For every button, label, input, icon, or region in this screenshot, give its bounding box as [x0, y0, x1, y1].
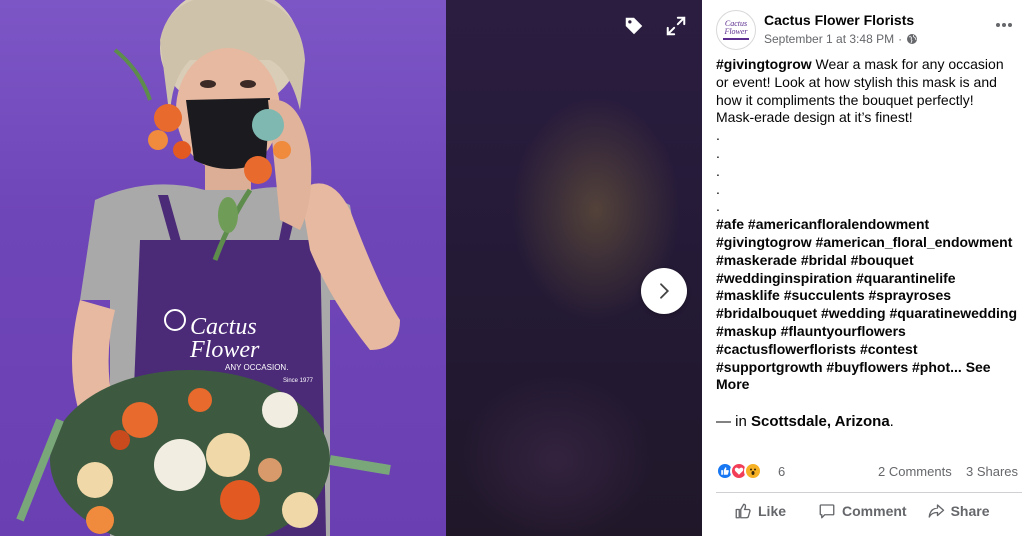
apron-brand-line2: Flower [189, 337, 260, 363]
location-prefix: — in [716, 413, 752, 430]
caption-hashtags[interactable]: #cactusflowerflorists #contest [716, 341, 1022, 359]
shares-count-link[interactable]: 3 Shares [966, 464, 1018, 479]
see-more-link[interactable]: More [716, 376, 1022, 394]
post-actions: Like Comment Share [716, 498, 1022, 524]
wow-reaction-icon [744, 462, 762, 480]
caption-hashtags[interactable]: #maskerade #bridal #bouquet [716, 252, 1022, 270]
caption-hashtag-link[interactable]: #givingtogrow [716, 56, 812, 72]
reactions-bar: 6 2 Comments 3 Shares [716, 462, 1022, 482]
share-button[interactable]: Share [927, 498, 990, 524]
page-avatar[interactable]: Cactus Flower [716, 10, 756, 50]
globe-icon [907, 34, 918, 44]
caption-dot: . [716, 198, 720, 215]
thumbs-up-icon [735, 503, 751, 519]
photo-viewer: Cactus Flower ANY OCCASION. Since 1977 [0, 0, 702, 536]
caption-dot: . [716, 180, 720, 197]
caption-hashtags[interactable]: #givingtogrow #american_floral_endowment [716, 234, 1022, 252]
location-link[interactable]: Scottsdale, Arizona [751, 413, 890, 430]
reaction-icons[interactable] [716, 462, 762, 480]
tag-icon [625, 17, 643, 35]
next-photo-button[interactable] [641, 268, 687, 314]
post-caption: #givingtogrow Wear a mask for any occasi… [716, 56, 1022, 394]
comments-count-link[interactable]: 2 Comments [878, 464, 952, 479]
caption-text: Wear a mask for any occasion [811, 56, 1004, 72]
tag-photo-button[interactable] [616, 8, 652, 44]
caption-hashtags[interactable]: #masklife #succulents #sprayroses [716, 287, 1022, 305]
location-suffix: . [889, 413, 894, 430]
share-icon [928, 504, 944, 518]
caption-line: #supportgrowth #buyflowers #phot... See [716, 359, 1022, 377]
more-options-button[interactable] [992, 16, 1016, 36]
post-location: — in Scottsdale, Arizona. [716, 413, 894, 430]
post-side-panel: Cactus Flower Cactus Flower Florists Sep… [702, 0, 1024, 536]
see-more-link[interactable]: See [966, 359, 991, 375]
comment-button[interactable]: Comment [818, 498, 907, 524]
caption-dot: . [716, 162, 720, 179]
more-dots-icon [996, 23, 1012, 27]
like-button[interactable]: Like [734, 498, 786, 524]
avatar-text-2: Flower [724, 27, 748, 36]
caption-dot: . [716, 127, 720, 144]
caption-line: or event! Look at how stylish this mask … [716, 73, 997, 90]
divider [716, 492, 1022, 493]
apron-tagline: ANY OCCASION. [225, 363, 288, 372]
expand-photo-button[interactable] [658, 8, 694, 44]
caption-hashtags[interactable]: #weddinginspiration #quarantinelife [716, 270, 1022, 288]
caption-line: how it compliments the bouquet perfectly… [716, 91, 974, 108]
florist-with-mask-illustration: Cactus Flower ANY OCCASION. Since 1977 [16, 0, 400, 536]
caption-line: Mask-erade design at it’s finest! [716, 109, 913, 126]
like-label: Like [758, 503, 787, 519]
comment-label: Comment [842, 503, 907, 519]
apron-since: Since 1977 [283, 378, 314, 384]
caption-line: #givingtogrow Wear a mask for any occasi… [716, 56, 1022, 74]
share-label: Share [950, 503, 990, 519]
post-timestamp[interactable]: September 1 at 3:48 PM [764, 32, 894, 46]
caption-hashtags[interactable]: #supportgrowth #buyflowers #phot... [716, 359, 962, 375]
caption-hashtags[interactable]: #maskup #flauntyourflowers [716, 323, 1022, 341]
caption-dot: . [716, 144, 720, 161]
avatar-bar [723, 38, 749, 40]
meta-separator: · [898, 32, 903, 46]
chevron-right-icon [660, 283, 670, 299]
page-name-link[interactable]: Cactus Flower Florists [764, 12, 914, 28]
caption-hashtags[interactable]: #afe #americanfloralendowment [716, 216, 1022, 234]
post-header: Cactus Flower Cactus Flower Florists Sep… [716, 10, 1016, 52]
post-meta: September 1 at 3:48 PM · [764, 32, 918, 46]
reaction-count[interactable]: 6 [778, 464, 785, 479]
post-photo: Cactus Flower ANY OCCASION. Since 1977 [0, 0, 446, 536]
comment-icon [819, 504, 835, 519]
expand-icon [666, 16, 686, 36]
caption-hashtags[interactable]: #bridalbouquet #wedding #quaratineweddin… [716, 305, 1022, 323]
